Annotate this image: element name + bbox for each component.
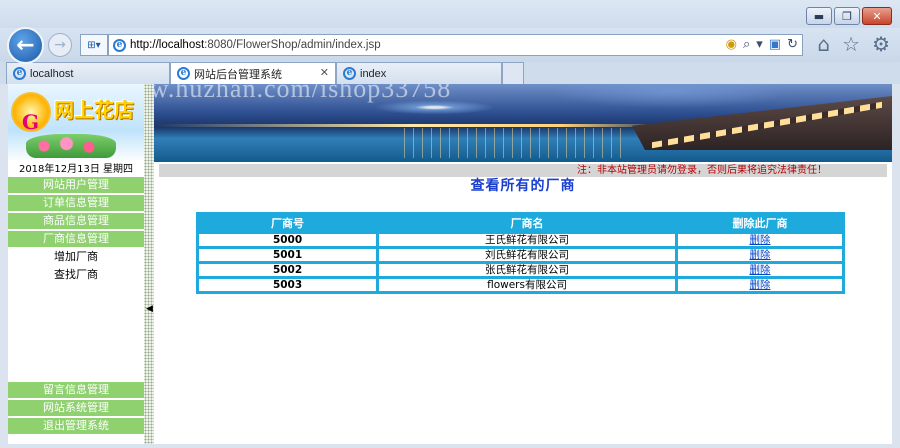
window-right-border <box>892 84 898 444</box>
page-viewport: G 网上花店 https://www.huzhan.com/ishop33758… <box>8 84 892 444</box>
menu-user-management[interactable]: 网站用户管理 <box>8 177 144 193</box>
ie-tab-icon: e <box>177 67 190 80</box>
home-icon[interactable]: ⌂ <box>817 32 830 56</box>
table-row: 5001 刘氏鲜花有限公司 删除 <box>199 249 842 261</box>
collapse-sidebar-icon[interactable]: ◀ <box>146 304 153 314</box>
page-title: 查看所有的厂商 <box>470 178 576 194</box>
minimize-button[interactable]: ▬ <box>806 7 832 25</box>
menu-message-management[interactable]: 留言信息管理 <box>8 382 144 398</box>
train-graphic <box>632 96 892 150</box>
favorites-star-icon[interactable]: ☆ <box>842 32 860 56</box>
menu-product-management[interactable]: 商品信息管理 <box>8 213 144 229</box>
watermark: https://www.huzhan.com/ishop33758 <box>154 84 452 103</box>
ie-tab-icon: e <box>13 67 26 80</box>
vendor-id-cell: 5000 <box>199 234 377 246</box>
table-header-row: 厂商号 厂商名 删除此厂商 <box>199 215 842 231</box>
rss-icon[interactable]: ▣ <box>769 37 781 52</box>
tab-localhost[interactable]: e localhost <box>6 62 170 84</box>
compatibility-icon[interactable]: ◉ <box>726 37 737 52</box>
menu-order-management[interactable]: 订单信息管理 <box>8 195 144 211</box>
new-page-dropdown-button[interactable]: ⊞▾ <box>80 34 108 56</box>
settings-gear-icon[interactable]: ⚙ <box>872 32 890 56</box>
arrow-right-icon: → <box>54 37 66 53</box>
vendor-id-cell: 5001 <box>199 249 377 261</box>
vendor-id-cell: 5002 <box>199 264 377 276</box>
column-header-vendor-name: 厂商名 <box>379 215 675 231</box>
window-controls: ▬ ❐ ✕ <box>806 7 892 25</box>
delete-link[interactable]: 删除 <box>749 279 770 291</box>
ie-tab-icon: e <box>343 67 356 80</box>
menu-exit-system[interactable]: 退出管理系统 <box>8 418 144 434</box>
back-button[interactable]: ← <box>7 27 44 64</box>
new-tab-button[interactable] <box>502 62 524 84</box>
dropdown-icon[interactable]: ▾ <box>756 37 763 52</box>
tab-label: localhost <box>30 67 74 80</box>
header-banner: https://www.huzhan.com/ishop33758 <box>154 84 892 162</box>
tab-label: 网站后台管理系统 <box>194 68 282 81</box>
flowers-graphic <box>26 134 116 158</box>
vendor-name-cell: 王氏鲜花有限公司 <box>379 234 675 246</box>
vendor-name-cell: 刘氏鲜花有限公司 <box>379 249 675 261</box>
delete-cell: 删除 <box>677 279 842 291</box>
delete-link[interactable]: 删除 <box>749 264 770 276</box>
table-row: 5000 王氏鲜花有限公司 删除 <box>199 234 842 246</box>
current-date: 2018年12月13日 星期四 <box>8 162 144 177</box>
table-row: 5002 张氏鲜花有限公司 删除 <box>199 264 842 276</box>
submenu-find-vendor[interactable]: 查找厂商 <box>8 267 144 283</box>
delete-cell: 删除 <box>677 234 842 246</box>
tab-admin-system[interactable]: e 网站后台管理系统 ✕ <box>170 62 336 84</box>
vendor-table: 厂商号 厂商名 删除此厂商 5000 王氏鲜花有限公司 删除 5001 刘氏鲜花… <box>196 212 845 294</box>
vendor-name-cell: flowers有限公司 <box>379 279 675 291</box>
plus-icon: ⊞▾ <box>87 39 101 51</box>
submenu-add-vendor[interactable]: 增加厂商 <box>8 249 144 265</box>
logo-letter: G <box>22 110 40 134</box>
column-header-vendor-id: 厂商号 <box>199 215 377 231</box>
column-header-delete: 删除此厂商 <box>677 215 842 231</box>
sidebar: 2018年12月13日 星期四 网站用户管理 订单信息管理 商品信息管理 厂商信… <box>8 162 144 444</box>
tab-index[interactable]: e index <box>336 62 502 84</box>
url-text: http://localhost:8080/FlowerShop/admin/i… <box>130 39 381 51</box>
address-tools: ◉ ⌕ ▾ ▣ ↻ <box>726 37 798 52</box>
delete-cell: 删除 <box>677 264 842 276</box>
table-row: 5003 flowers有限公司 删除 <box>199 279 842 291</box>
menu-system-management[interactable]: 网站系统管理 <box>8 400 144 416</box>
sidebar-splitter[interactable] <box>144 84 154 444</box>
address-bar[interactable]: e http://localhost:8080/FlowerShop/admin… <box>108 34 803 56</box>
forward-button[interactable]: → <box>48 33 72 57</box>
maximize-button[interactable]: ❐ <box>834 7 860 25</box>
url-host: http://localhost <box>130 39 205 51</box>
menu-vendor-management[interactable]: 厂商信息管理 <box>8 231 144 247</box>
logo-title: 网上花店 <box>54 98 134 122</box>
vendor-name-cell: 张氏鲜花有限公司 <box>379 264 675 276</box>
delete-link[interactable]: 删除 <box>749 234 770 246</box>
url-path: :8080/FlowerShop/admin/index.jsp <box>204 39 381 51</box>
vendor-id-cell: 5003 <box>199 279 377 291</box>
close-tab-icon[interactable]: ✕ <box>320 66 329 79</box>
sidebar-bottom-menu: 留言信息管理 网站系统管理 退出管理系统 <box>8 382 144 436</box>
shop-logo: G 网上花店 <box>8 84 144 162</box>
close-window-button[interactable]: ✕ <box>862 7 892 25</box>
ie-page-icon: e <box>113 38 126 52</box>
refresh-icon[interactable]: ↻ <box>787 37 798 52</box>
delete-link[interactable]: 删除 <box>749 249 770 261</box>
search-icon[interactable]: ⌕ <box>743 37 750 52</box>
browser-toolbar-right: ⌂ ☆ ⚙ <box>817 32 890 56</box>
window-titlebar: ▬ ❐ ✕ <box>0 0 900 30</box>
tab-label: index <box>360 67 387 80</box>
tab-strip: e localhost e 网站后台管理系统 ✕ e index <box>0 62 900 84</box>
delete-cell: 删除 <box>677 249 842 261</box>
arrow-left-icon: ← <box>16 33 35 58</box>
reflection-lights <box>404 128 624 158</box>
